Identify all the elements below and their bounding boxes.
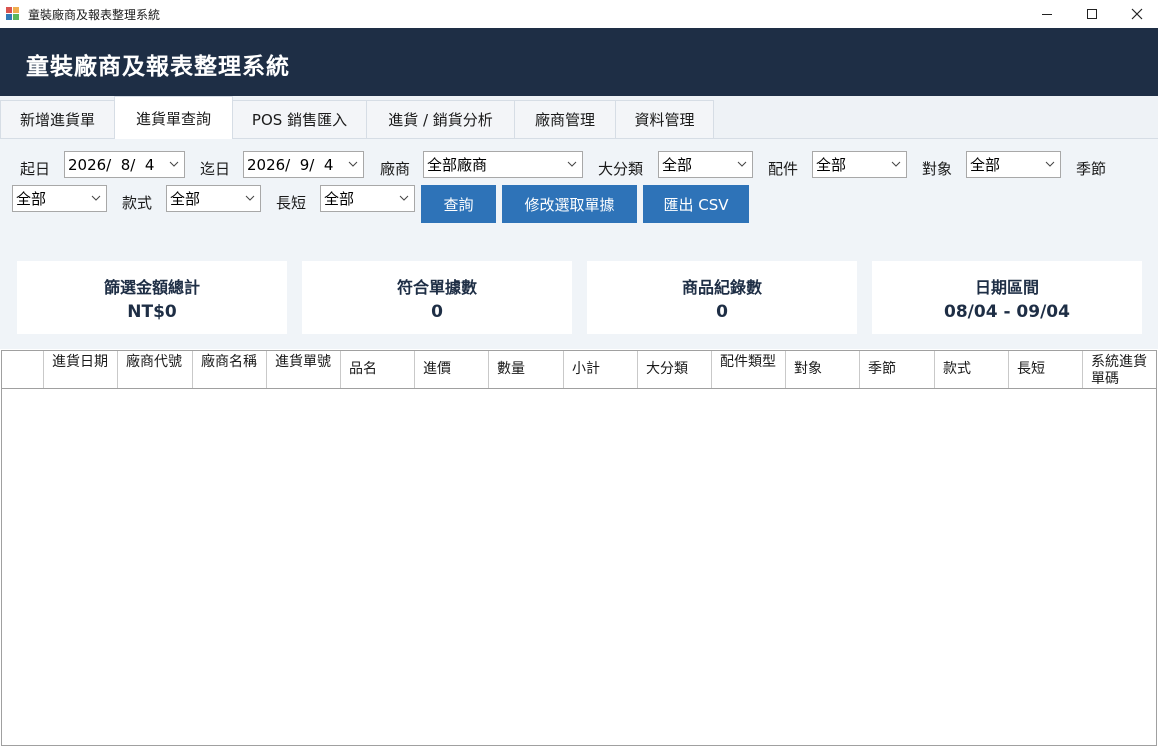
length-value: 全部 bbox=[324, 190, 355, 208]
summary-card-record-count: 商品紀錄數 0 bbox=[587, 261, 857, 334]
tab-pos-import[interactable]: POS 銷售匯入 bbox=[232, 100, 367, 138]
column-header[interactable]: 進貨日期 bbox=[44, 351, 118, 388]
card-value: 0 bbox=[716, 301, 728, 322]
card-label: 商品紀錄數 bbox=[681, 277, 762, 297]
maximize-icon[interactable] bbox=[1069, 0, 1115, 28]
purchase-data-grid[interactable]: 進貨日期 廠商代號 廠商名稱 進貨單號 品名 進價 數量 小計 大分類 配件類型… bbox=[1, 350, 1157, 746]
tab-vendor-management[interactable]: 廠商管理 bbox=[514, 100, 616, 138]
target-select[interactable]: 全部 bbox=[966, 151, 1061, 178]
vendor-label: 廠商 bbox=[380, 160, 411, 178]
accessory-label: 配件 bbox=[768, 160, 799, 178]
close-icon[interactable] bbox=[1114, 0, 1158, 28]
vendor-select[interactable]: 全部廠商 bbox=[423, 151, 583, 178]
column-header[interactable]: 小計 bbox=[564, 351, 638, 388]
tab-bar: 新增進貨單 進貨單查詢 POS 銷售匯入 進貨 / 銷貨分析 廠商管理 資料管理 bbox=[0, 96, 1158, 139]
accessory-select[interactable]: 全部 bbox=[812, 151, 907, 178]
header-banner: 童裝廠商及報表整理系統 bbox=[0, 28, 1158, 96]
window-title: 童裝廠商及報表整理系統 bbox=[28, 8, 161, 22]
minimize-icon[interactable] bbox=[1024, 0, 1070, 28]
summary-card-total-amount: 篩選金額總計 NT$0 bbox=[17, 261, 287, 334]
column-header[interactable]: 數量 bbox=[489, 351, 564, 388]
length-select[interactable]: 全部 bbox=[320, 185, 415, 212]
column-header[interactable]: 進貨單號 bbox=[267, 351, 341, 388]
style-select[interactable]: 全部 bbox=[166, 185, 261, 212]
window-titlebar: 童裝廠商及報表整理系統 bbox=[0, 0, 1158, 28]
end-date-value: 2026/ 9/ 4 bbox=[247, 155, 334, 174]
grid-header: 進貨日期 廠商代號 廠商名稱 進貨單號 品名 進價 數量 小計 大分類 配件類型… bbox=[2, 351, 1156, 389]
chevron-down-icon bbox=[1045, 156, 1055, 172]
column-header[interactable]: 配件類型 bbox=[712, 351, 786, 388]
tab-analysis[interactable]: 進貨 / 銷貨分析 bbox=[366, 100, 515, 138]
column-header[interactable]: 廠商名稱 bbox=[193, 351, 267, 388]
season-label: 季節 bbox=[1076, 160, 1107, 178]
chevron-down-icon bbox=[348, 156, 358, 172]
edit-selected-button[interactable]: 修改選取單據 bbox=[502, 185, 637, 223]
card-label: 符合單據數 bbox=[396, 277, 477, 297]
card-label: 篩選金額總計 bbox=[103, 277, 200, 297]
card-value: 0 bbox=[431, 301, 443, 322]
season-select[interactable]: 全部 bbox=[12, 185, 107, 212]
chevron-down-icon bbox=[91, 190, 101, 206]
accessory-value: 全部 bbox=[816, 156, 847, 174]
style-label: 款式 bbox=[122, 194, 153, 212]
summary-card-document-count: 符合單據數 0 bbox=[302, 261, 572, 334]
tab-purchase-query[interactable]: 進貨單查詢 bbox=[114, 96, 233, 139]
chevron-down-icon bbox=[567, 156, 577, 172]
card-label: 日期區間 bbox=[974, 277, 1039, 297]
end-date-label: 迄日 bbox=[200, 160, 231, 178]
category-value: 全部 bbox=[662, 156, 693, 174]
column-header[interactable]: 系統進貨單碼 bbox=[1083, 351, 1156, 388]
column-header[interactable]: 大分類 bbox=[638, 351, 712, 388]
chevron-down-icon bbox=[169, 156, 179, 172]
target-value: 全部 bbox=[970, 156, 1001, 174]
end-date-picker[interactable]: 2026/ 9/ 4 bbox=[243, 151, 364, 178]
chevron-down-icon bbox=[737, 156, 747, 172]
column-header[interactable]: 季節 bbox=[860, 351, 935, 388]
start-date-label: 起日 bbox=[20, 160, 51, 178]
chevron-down-icon bbox=[399, 190, 409, 206]
column-header[interactable]: 對象 bbox=[786, 351, 860, 388]
style-value: 全部 bbox=[170, 190, 201, 208]
page-title: 童裝廠商及報表整理系統 bbox=[26, 54, 290, 80]
length-label: 長短 bbox=[276, 194, 307, 212]
column-header[interactable]: 進價 bbox=[415, 351, 489, 388]
category-select[interactable]: 全部 bbox=[658, 151, 753, 178]
season-value: 全部 bbox=[16, 190, 47, 208]
vendor-value: 全部廠商 bbox=[427, 156, 488, 174]
chevron-down-icon bbox=[245, 190, 255, 206]
query-button[interactable]: 查詢 bbox=[421, 185, 496, 223]
card-value: NT$0 bbox=[127, 301, 177, 322]
column-header[interactable]: 長短 bbox=[1009, 351, 1083, 388]
summary-card-date-range: 日期區間 08/04 - 09/04 bbox=[872, 261, 1142, 334]
app-icon bbox=[6, 7, 20, 21]
category-label: 大分類 bbox=[598, 160, 644, 178]
chevron-down-icon bbox=[891, 156, 901, 172]
start-date-value: 2026/ 8/ 4 bbox=[68, 155, 155, 174]
column-header[interactable]: 廠商代號 bbox=[118, 351, 193, 388]
row-header-column[interactable] bbox=[2, 351, 44, 388]
target-label: 對象 bbox=[922, 160, 953, 178]
column-header[interactable]: 品名 bbox=[341, 351, 415, 388]
start-date-picker[interactable]: 2026/ 8/ 4 bbox=[64, 151, 185, 178]
column-header[interactable]: 款式 bbox=[935, 351, 1009, 388]
export-csv-button[interactable]: 匯出 CSV bbox=[643, 185, 749, 223]
tab-new-purchase[interactable]: 新增進貨單 bbox=[0, 100, 115, 138]
tab-data-management[interactable]: 資料管理 bbox=[615, 100, 714, 138]
card-value: 08/04 - 09/04 bbox=[944, 301, 1070, 322]
